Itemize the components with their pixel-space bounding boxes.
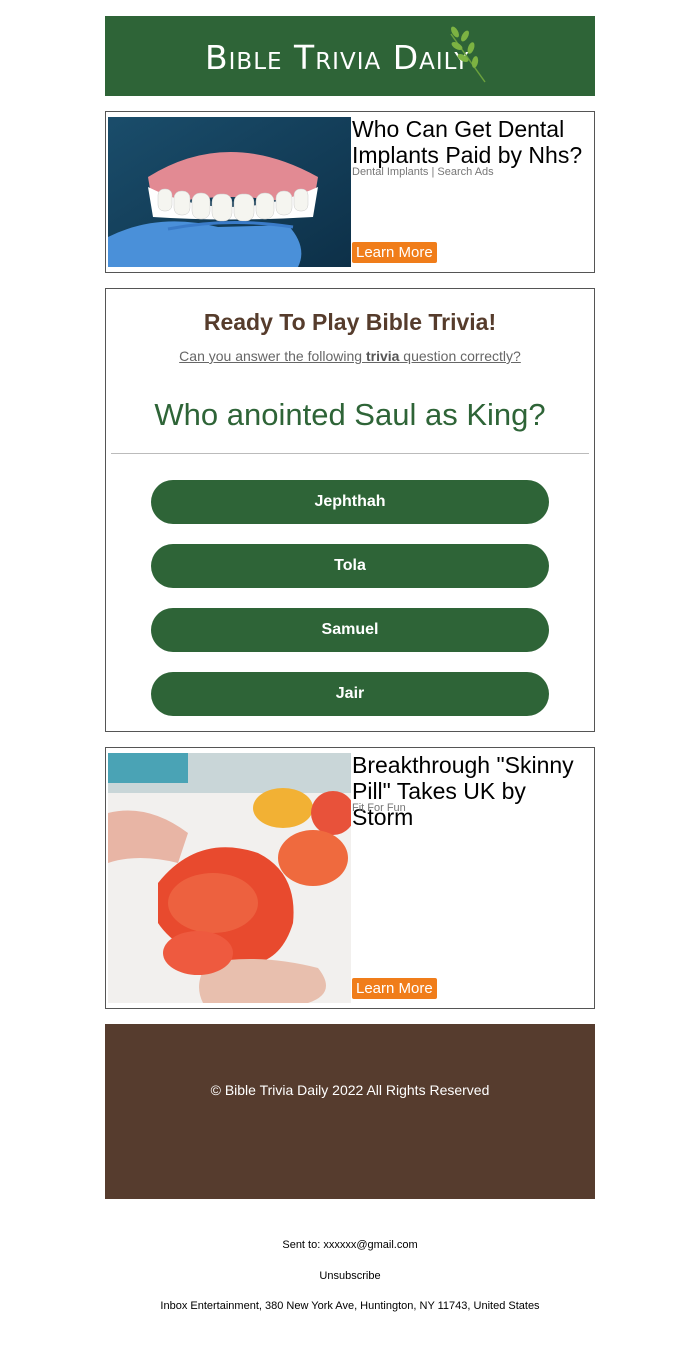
gummies-image[interactable] — [108, 753, 351, 1003]
ad-source: Dental Implants | Search Ads — [352, 166, 494, 178]
quiz-card: Ready To Play Bible Trivia! Can you answ… — [105, 288, 595, 732]
ad-title[interactable]: Who Can Get Dental Implants Paid by Nhs? — [352, 116, 592, 168]
answer-button[interactable]: Jephthah — [151, 480, 549, 524]
ad-skinny-pill[interactable]: Breakthrough "Skinny Pill" Takes UK by S… — [105, 747, 595, 1009]
leaf-icon — [450, 26, 486, 83]
unsubscribe-link[interactable]: Unsubscribe — [0, 1270, 700, 1282]
subtitle-post: question correctly? — [399, 348, 521, 364]
quiz-question: Who anointed Saul as King? — [154, 397, 546, 432]
ad-title[interactable]: Breakthrough "Skinny Pill" Takes UK by S… — [352, 752, 592, 830]
logo-text: Bible Trivia Daily — [205, 38, 470, 77]
ad-dental[interactable]: Who Can Get Dental Implants Paid by Nhs?… — [105, 111, 595, 273]
subtitle-pre: Can you answer the following — [179, 348, 366, 364]
quiz-subtitle-link[interactable]: Can you answer the following trivia ques… — [106, 348, 594, 364]
answer-button[interactable]: Jair — [151, 672, 549, 716]
copyright-text: © Bible Trivia Daily 2022 All Rights Res… — [210, 1082, 490, 1098]
dentures-image[interactable] — [108, 117, 351, 267]
subtitle-bold: trivia — [365, 348, 400, 364]
answer-button[interactable]: Tola — [151, 544, 549, 588]
answer-button[interactable]: Samuel — [151, 608, 549, 652]
sent-to-text: Sent to: xxxxxx@gmail.com — [282, 1239, 418, 1251]
header-banner: Bible Trivia Daily — [105, 16, 595, 96]
ad-source: Fit For Fun — [352, 802, 406, 814]
learn-more-button[interactable]: Learn More — [352, 978, 437, 999]
footer: © Bible Trivia Daily 2022 All Rights Res… — [105, 1024, 595, 1199]
quiz-heading: Ready To Play Bible Trivia! — [203, 309, 497, 335]
learn-more-button[interactable]: Learn More — [352, 242, 437, 263]
address-text: Inbox Entertainment, 380 New York Ave, H… — [160, 1300, 540, 1312]
divider — [111, 453, 589, 454]
